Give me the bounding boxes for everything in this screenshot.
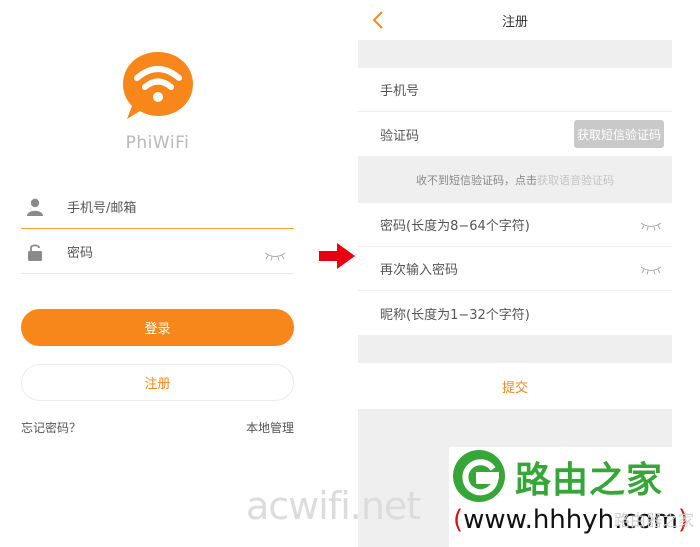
user-icon [21, 198, 49, 216]
watermark-site-name: 路由之家 [515, 460, 664, 501]
nav-bar: 注册 [358, 0, 672, 40]
register-button[interactable]: 注册 [21, 364, 294, 401]
nickname-field-label: 昵称(长度为1−32个字符) [380, 307, 530, 323]
phone-email-placeholder: 手机号/邮箱 [67, 201, 137, 216]
code-field-label: 验证码 [380, 128, 420, 144]
submit-button[interactable]: 提交 [358, 363, 672, 409]
page-title: 注册 [501, 15, 528, 30]
get-sms-code-button[interactable]: 获取短信验证码 [574, 120, 664, 148]
sms-notice-text: 收不到短信验证码，点击 [416, 174, 537, 187]
password-field[interactable]: 密码(长度为8−64个字符) [358, 203, 672, 247]
password-field-label: 密码(长度为8−64个字符) [380, 219, 530, 234]
phone-field[interactable]: 手机号 [358, 68, 672, 112]
paren-open: ( [453, 505, 464, 535]
wifi-chat-logo [123, 52, 193, 119]
voice-code-link[interactable]: 获取语音验证码 [537, 174, 614, 187]
code-field[interactable]: 验证码 获取短信验证码 [358, 112, 672, 156]
confirm-password-label: 再次输入密码 [380, 263, 459, 278]
local-manage-link[interactable]: 本地管理 [246, 419, 294, 436]
password-field[interactable]: 密码 [21, 230, 294, 274]
eye-closed-icon[interactable] [264, 246, 286, 265]
login-screen: PhiWiFi 手机号/邮箱 密码 登录 注册 忘记密码？ 本地管理 [0, 0, 315, 547]
verify-card: 手机号 验证码 获取短信验证码 [358, 68, 672, 156]
password-card: 密码(长度为8−64个字符) 再次输入密码 昵称(长度为1−32个字符) [358, 203, 672, 335]
lock-icon [21, 243, 49, 261]
password-placeholder: 密码 [67, 246, 94, 261]
brand-name: PhiWiFi [125, 133, 190, 153]
sms-notice: 收不到短信验证码，点击获取语音验证码 [358, 172, 672, 188]
login-button[interactable]: 登录 [21, 309, 294, 346]
nickname-field[interactable]: 昵称(长度为1−32个字符) [358, 291, 672, 335]
confirm-password-field[interactable]: 再次输入密码 [358, 247, 672, 291]
phone-field-label: 手机号 [380, 84, 420, 99]
watermark-url: acwifi.net [246, 484, 421, 528]
eye-closed-icon[interactable] [640, 220, 662, 235]
watermark-logo-icon [453, 450, 505, 502]
watermark-small-text: 路由器之家 [614, 511, 695, 530]
arrow-right-icon [319, 243, 355, 269]
eye-closed-icon[interactable] [640, 264, 662, 279]
phone-email-field[interactable]: 手机号/邮箱 [21, 185, 294, 229]
forgot-password-link[interactable]: 忘记密码？ [21, 419, 81, 436]
